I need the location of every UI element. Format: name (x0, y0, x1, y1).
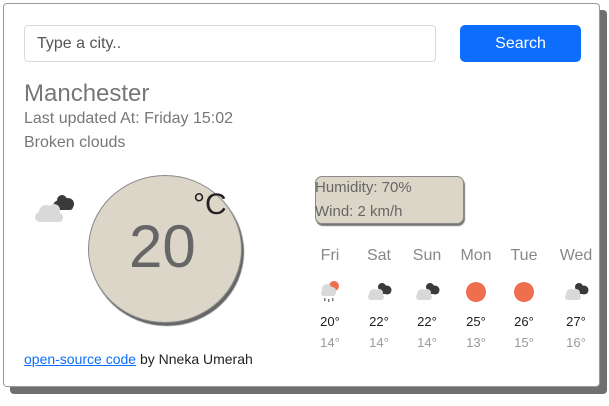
temperature-unit: °C (193, 188, 227, 221)
broken-clouds-icon (565, 283, 589, 300)
forecast-max-temp: 25° (466, 314, 486, 329)
broken-clouds-icon (368, 283, 392, 300)
footer: open-source code by Nneka Umerah (24, 351, 253, 367)
source-code-link[interactable]: open-source code (24, 351, 136, 367)
weather-description: Broken clouds (24, 134, 126, 151)
forecast-day-name: Sun (412, 247, 442, 264)
broken-clouds-icon (35, 195, 74, 222)
forecast-day-name: Mon (460, 247, 492, 264)
forecast-max-temp: 22° (417, 314, 437, 329)
forecast-max-temp: 20° (320, 314, 340, 329)
forecast-day-name: Tue (510, 247, 538, 264)
forecast-day-name: Sat (366, 247, 391, 264)
humidity-text: Humidity: 70% (315, 179, 412, 196)
weather-card: Search Manchester Last updated At: Frida… (3, 3, 600, 387)
temperature-value: 20 (129, 213, 196, 280)
forecast-min-temp: 16° (566, 335, 586, 350)
forecast-min-temp: 14° (320, 335, 340, 350)
forecast-max-temp: 27° (566, 314, 586, 329)
forecast-day-name: Fri (320, 247, 340, 264)
forecast-min-temp: 15° (514, 335, 534, 350)
forecast-max-temp: 26° (514, 314, 534, 329)
city-name: Manchester (24, 80, 150, 107)
forecast-day-name: Wed (559, 247, 593, 264)
footer-byline: by Nneka Umerah (136, 351, 253, 367)
sun-icon (466, 282, 486, 302)
forecast-min-temp: 14° (369, 335, 389, 350)
forecast-min-temp: 14° (417, 335, 437, 350)
forecast-min-temp: 13° (466, 335, 486, 350)
forecast-row: Fri 20° 14° Sat 22° 14° Sun 22° 14° Mon … (306, 244, 606, 352)
last-updated: Last updated At: Friday 15:02 (24, 110, 234, 127)
broken-clouds-icon (416, 283, 440, 300)
search-button[interactable]: Search (460, 25, 581, 62)
wind-text: Wind: 2 km/h (315, 203, 403, 220)
rain-icon (321, 281, 339, 302)
forecast-max-temp: 22° (369, 314, 389, 329)
sun-icon (514, 282, 534, 302)
search-input[interactable] (24, 25, 436, 62)
